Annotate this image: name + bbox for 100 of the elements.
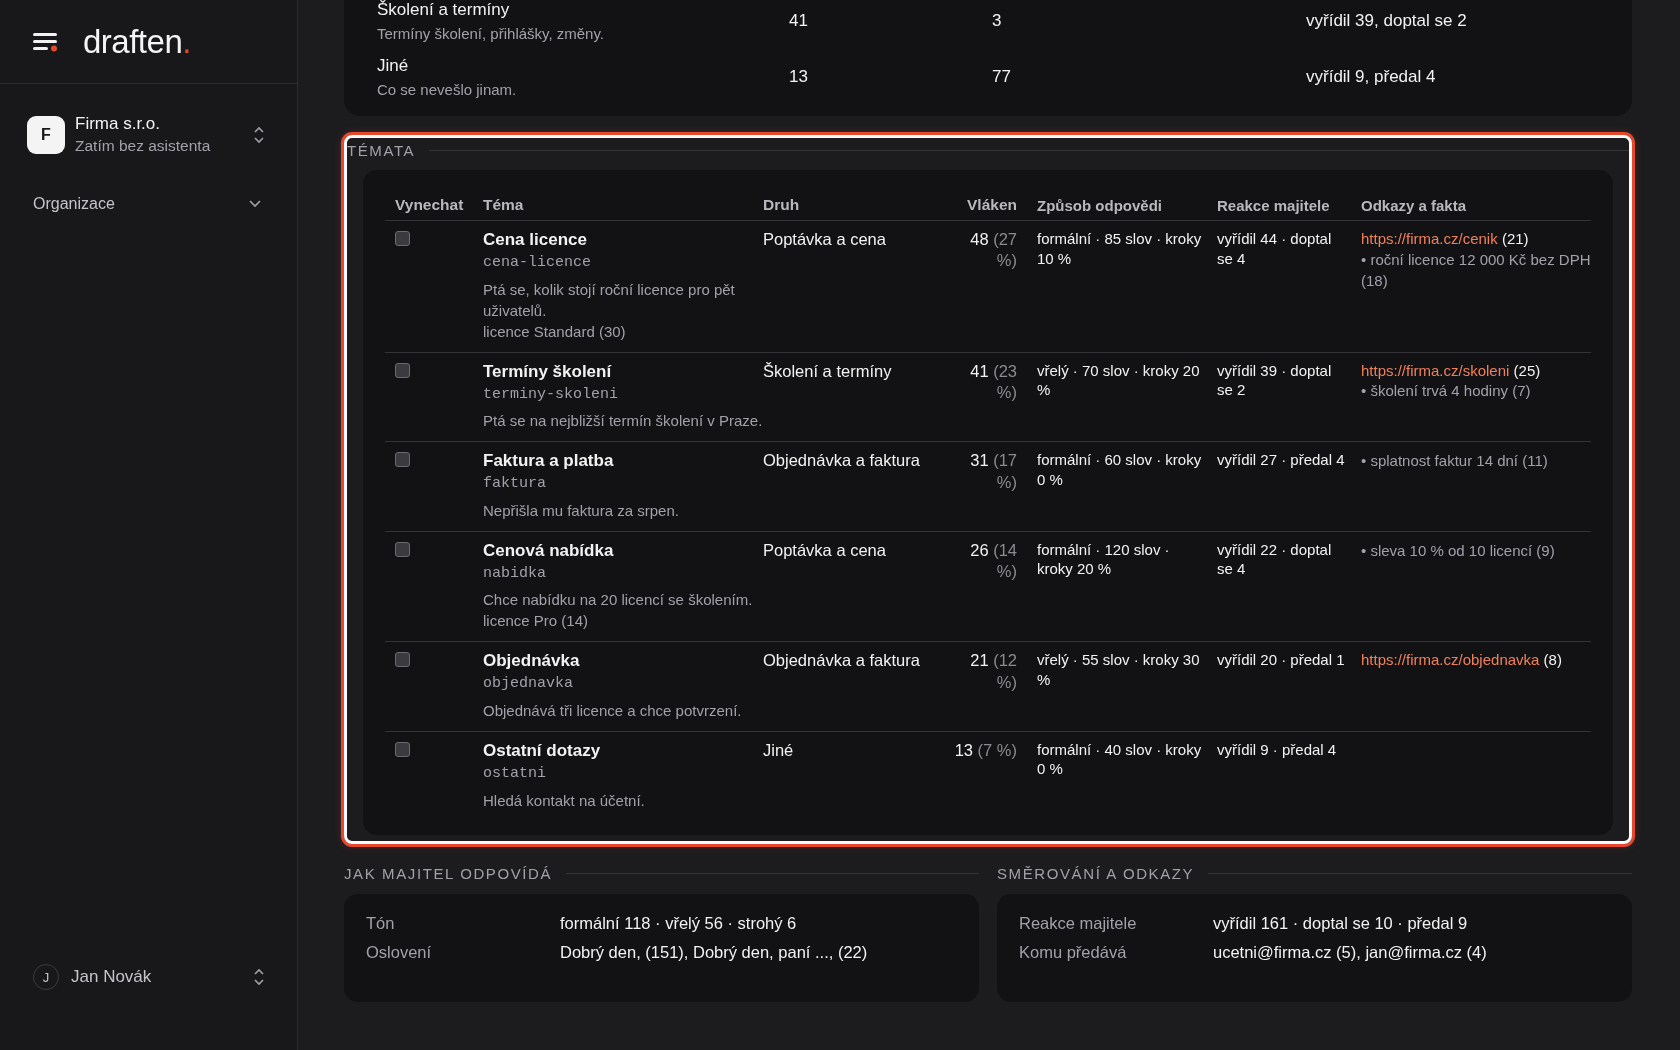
skip-checkbox[interactable] xyxy=(395,741,410,757)
summary-label: Tón xyxy=(366,913,396,933)
summary-value: vyřídil 161 · doptal se 10 · předal 9 xyxy=(1213,913,1468,933)
fact-item: • roční licence 12 000 Kč bez DPH (18) xyxy=(1361,249,1591,291)
topic-description: Ptá se na nejbližší termín školení v Praze. xyxy=(483,411,763,432)
link-count: (21) xyxy=(1501,230,1529,247)
thread-count: 48 (27 %) xyxy=(953,220,1037,353)
table-cell: vyřídil 9 · předal 4 xyxy=(1217,731,1361,821)
topic-slug: cena-licence xyxy=(483,253,593,273)
topic-slug: ostatni xyxy=(483,764,547,784)
topic-title: Cenová nabídka xyxy=(483,539,615,562)
skip-checkbox[interactable] xyxy=(395,362,410,378)
summary-value: ucetni@firma.cz (5), jan@firma.cz (4) xyxy=(1213,942,1487,962)
topic-title: Termíny školení xyxy=(483,360,613,383)
table-cell: formální · 40 slov · kroky 0 % xyxy=(1037,731,1217,821)
table-cell: vyřídil 22 · doptal se 4 xyxy=(1217,531,1361,642)
table-cell: vyřídil 39 · doptal se 2 xyxy=(1217,352,1361,442)
skip-checkbox[interactable] xyxy=(395,231,410,246)
section-title: TÉMATA xyxy=(347,141,416,159)
category-description: Co se nevešlo jinam. xyxy=(377,81,518,98)
organization-switcher[interactable]: F Firma s.r.o. Zatím bez asistenta xyxy=(27,114,277,155)
fact-item: • splatnost faktur 14 dní (11) xyxy=(1361,451,1549,472)
skip-checkbox[interactable] xyxy=(395,652,410,668)
table-cell: vyřídil 9, předal 4 xyxy=(1306,67,1436,87)
section-title: JAK MAJITEL ODPOVÍDÁ xyxy=(344,865,553,883)
user-menu[interactable]: J Jan Novák xyxy=(33,964,277,990)
column-header: Téma xyxy=(483,196,763,221)
table-cell: Poptávka a cena xyxy=(763,531,953,642)
column-header: Vláken xyxy=(953,196,1037,221)
topic-slug: faktura xyxy=(483,474,547,494)
thread-count: 41 (23 %) xyxy=(953,352,1037,442)
category-description: Termíny školení, přihlášky, změny. xyxy=(377,25,605,42)
thread-count: 13 (7 %) xyxy=(953,731,1037,821)
topic-slug: objednavka xyxy=(483,674,574,694)
table-cell: formální · 85 slov · kroky 10 % xyxy=(1037,220,1217,353)
column-header: Způsob odpovědi xyxy=(1037,196,1217,221)
thread-count: 21 (12 %) xyxy=(953,641,1037,732)
fact-item: • sleva 10 % od 10 licencí (9) xyxy=(1361,540,1556,561)
topic-description: Ptá se, kolik stojí roční licence pro pět uživatelů. xyxy=(483,279,736,321)
summary-label: Reakce majitele xyxy=(1019,913,1138,933)
topic-title: Ostatní dotazy xyxy=(483,739,602,762)
table-cell: formální · 120 slov · kroky 20 % xyxy=(1037,531,1217,642)
up-down-chevron-icon xyxy=(253,125,265,144)
table-cell: Jiné xyxy=(763,731,953,821)
organization-name: Firma s.r.o. xyxy=(75,114,161,134)
summary-value: formální 118 · vřelý 56 · strohý 6 xyxy=(560,913,797,933)
table-cell: Objednávka a faktura xyxy=(763,641,953,732)
table-cell-text: 13 xyxy=(789,67,809,87)
topic-product: licence Pro (14) xyxy=(483,611,590,632)
column-header: Odkazy a fakta xyxy=(1361,196,1591,221)
table-cell: vřelý · 70 slov · kroky 20 % xyxy=(1037,352,1217,442)
skip-checkbox[interactable] xyxy=(395,541,410,557)
table-cell: vyřídil 39, doptal se 2 xyxy=(1306,11,1467,31)
topic-product: licence Standard (30) xyxy=(483,321,627,342)
table-cell: vyřídil 27 · předal 4 xyxy=(1217,441,1361,532)
table-cell-text: 41 xyxy=(789,11,809,31)
thread-count: 26 (14 %) xyxy=(953,531,1037,642)
table-cell: Objednávka a faktura xyxy=(763,441,953,532)
link[interactable]: https://firma.cz/objednavka xyxy=(1361,651,1540,669)
section-title: SMĚROVÁNÍ A ODKAZY xyxy=(997,865,1195,883)
fact-item: • školení trvá 4 hodiny (7) xyxy=(1361,381,1532,402)
skip-checkbox[interactable] xyxy=(395,452,410,468)
topic-title: Faktura a platba xyxy=(483,450,615,473)
user-name: Jan Novák xyxy=(71,967,153,987)
column-header: Reakce majitele xyxy=(1217,196,1361,221)
link[interactable]: https://firma.cz/skoleni xyxy=(1361,361,1510,379)
link-count: (25) xyxy=(1513,361,1541,379)
table-cell: Poptávka a cena xyxy=(763,220,953,353)
table-cell: Školení a termíny xyxy=(763,352,953,442)
table-cell-text: 77 xyxy=(992,67,1012,87)
summary-label: Komu předává xyxy=(1019,942,1128,962)
column-header: Vynechat xyxy=(385,196,483,221)
topic-title: Cena licence xyxy=(483,229,588,251)
topic-slug: nabidka xyxy=(483,563,547,584)
chevron-icon xyxy=(249,200,261,208)
topic-description: Hledá kontakt na účetní. xyxy=(483,790,646,811)
thread-count: 31 (17 %) xyxy=(953,441,1037,532)
link-count: (8) xyxy=(1543,651,1562,669)
category-name: Školení a termíny xyxy=(377,0,511,20)
category-name: Jiné xyxy=(377,56,410,76)
table-cell-text: 3 xyxy=(992,11,1003,31)
up-down-chevron-icon xyxy=(253,968,265,986)
nav-item[interactable]: Organizace xyxy=(33,195,261,213)
organization-subtitle: Zatím bez asistenta xyxy=(75,137,212,155)
topic-description: Nepřišla mu faktura za srpen. xyxy=(483,500,680,521)
table-cell: vyřídil 44 · doptal se 4 xyxy=(1217,220,1361,353)
summary-label: Oslovení xyxy=(366,942,433,962)
column-header: Druh xyxy=(763,196,953,221)
topic-slug: terminy-skoleni xyxy=(483,384,620,405)
table-cell: vřelý · 55 slov · kroky 30 % xyxy=(1037,641,1217,732)
summary-value: Dobrý den, (151), Dobrý den, paní ..., (22) xyxy=(560,942,868,962)
topic-title: Objednávka xyxy=(483,650,581,673)
topic-description: Objednává tři licence a chce potvrzení. xyxy=(483,700,743,721)
link[interactable]: https://firma.cz/cenik xyxy=(1361,230,1498,247)
topic-description: Chce nabídku na 20 licencí se školením. xyxy=(483,590,754,611)
menu-icon[interactable] xyxy=(33,30,59,53)
table-cell: formální · 60 slov · kroky 0 % xyxy=(1037,441,1217,532)
table-cell: vyřídil 20 · předal 1 xyxy=(1217,641,1361,732)
logo: draften. xyxy=(83,22,191,61)
organization-avatar: F xyxy=(27,115,65,154)
